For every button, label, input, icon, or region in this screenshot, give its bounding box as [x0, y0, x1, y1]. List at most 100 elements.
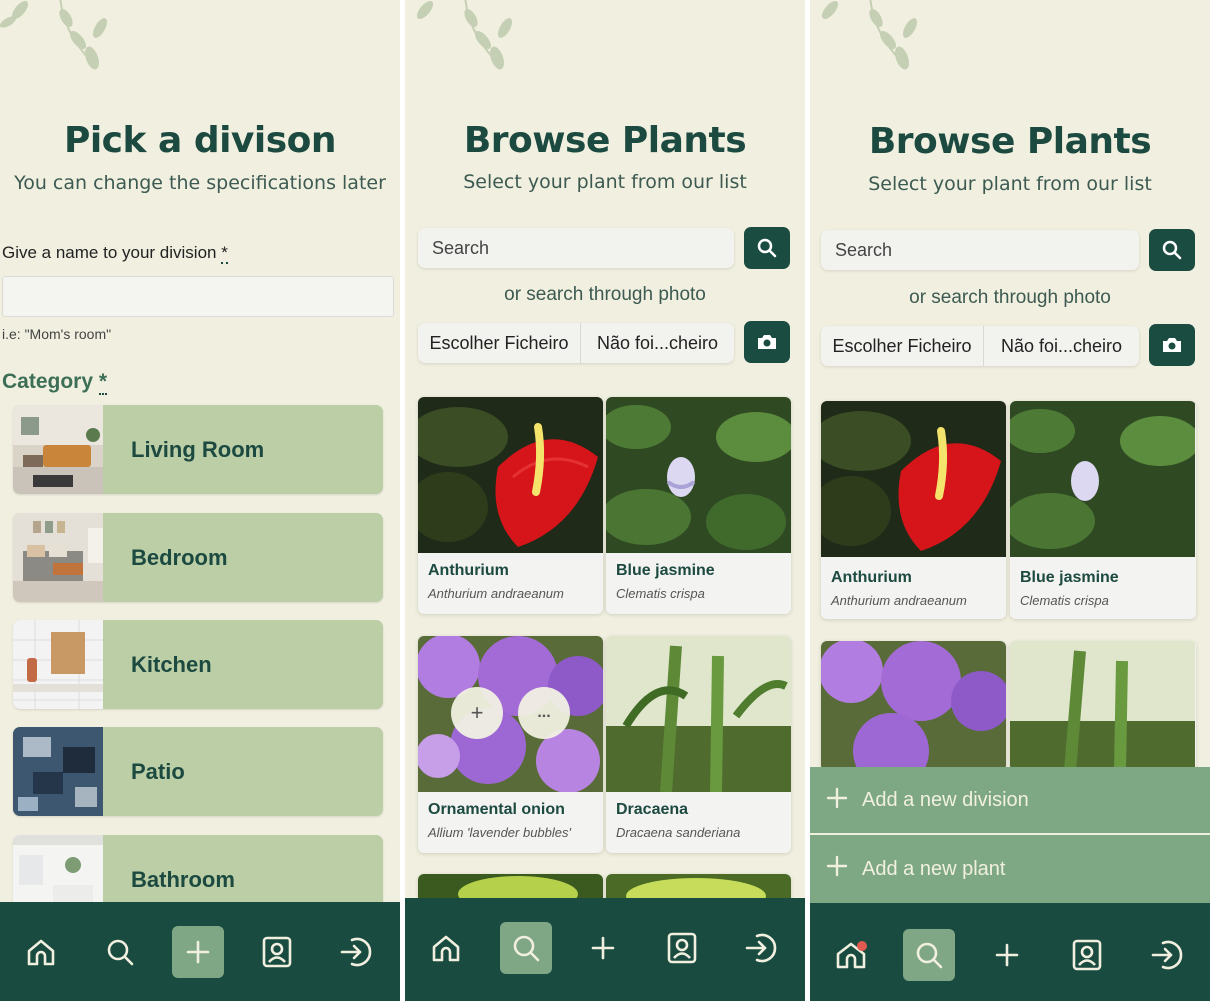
file-picker[interactable]: Escolher Ficheiro Não foi...cheiro — [418, 323, 734, 363]
profile-icon — [667, 932, 697, 964]
add-plant-button[interactable]: + — [451, 687, 503, 739]
required-mark: * — [98, 370, 108, 395]
notification-dot — [857, 941, 867, 951]
plant-name: Anthurium — [428, 562, 509, 579]
leaf-decoration — [0, 0, 107, 70]
leaf-decoration — [821, 0, 917, 70]
plant-card-ornamental-onion[interactable]: + ... Ornamental onion Allium 'lavender … — [418, 636, 603, 853]
plant-card-anthurium[interactable]: Anthurium Anthurium andraeanum — [418, 397, 603, 614]
category-kitchen[interactable]: Kitchen — [13, 620, 383, 709]
plus-icon — [995, 943, 1019, 967]
nav-search[interactable] — [903, 929, 955, 981]
nav-add[interactable] — [577, 922, 629, 974]
patio-photo — [13, 727, 103, 816]
category-label: Category * — [2, 370, 108, 395]
camera-icon — [1163, 338, 1181, 352]
living-room-photo — [13, 405, 103, 494]
plant-scientific-name: Anthurium andraeanum — [831, 593, 967, 608]
division-name-label: Give a name to your division * — [2, 243, 228, 264]
file-status: Não foi...cheiro — [1000, 336, 1123, 356]
nav-logout[interactable] — [330, 926, 382, 978]
plus-icon — [591, 936, 615, 960]
search-icon — [916, 942, 943, 969]
plant-card-anthurium[interactable]: Anthurium Anthurium andraeanum — [821, 401, 1006, 619]
page-title: Browse Plants — [868, 121, 1152, 162]
page-subtitle: You can change the specifications later — [14, 172, 386, 194]
bottom-navigation — [405, 898, 805, 1001]
search-icon — [1162, 240, 1182, 260]
plus-icon — [826, 787, 848, 809]
nav-logout[interactable] — [1141, 929, 1193, 981]
logout-icon — [1151, 940, 1183, 970]
nav-profile[interactable] — [251, 926, 303, 978]
category-bedroom[interactable]: Bedroom — [13, 513, 383, 602]
more-options-button[interactable]: ... — [518, 687, 570, 739]
add-division-menu-item[interactable]: Add a new division — [810, 767, 1210, 833]
anthurium-photo — [821, 401, 1006, 557]
nav-logout[interactable] — [735, 922, 787, 974]
plant-name: Ornamental onion — [428, 801, 565, 818]
profile-icon — [262, 936, 292, 968]
dracaena-photo — [1010, 641, 1195, 771]
plus-icon: + — [470, 700, 484, 725]
browse-plants-menu-screen: Browse Plants Select your plant from our… — [810, 0, 1210, 1001]
required-mark: * — [221, 243, 228, 264]
leaf-decoration — [416, 0, 512, 70]
page-subtitle: Select your plant from our list — [463, 171, 747, 193]
plant-scientific-name: Anthurium andraeanum — [428, 586, 564, 601]
page-subtitle: Select your plant from our list — [868, 173, 1152, 195]
search-icon — [757, 238, 777, 258]
division-name-input[interactable] — [2, 276, 394, 317]
dracaena-photo — [606, 636, 791, 792]
nav-home[interactable] — [15, 926, 67, 978]
plant-card-ornamental-onion[interactable] — [821, 641, 1006, 771]
choose-file-button[interactable]: Escolher Ficheiro — [821, 326, 984, 366]
division-name-label-text: Give a name to your division — [2, 243, 217, 262]
category-patio[interactable]: Patio — [13, 727, 383, 816]
logout-icon — [340, 937, 372, 967]
category-name: Kitchen — [131, 652, 212, 677]
division-name-hint: i.e: "Mom's room" — [2, 326, 112, 342]
search-icon — [513, 935, 540, 962]
plant-card-dracaena[interactable]: Dracaena Dracaena sanderiana — [606, 636, 791, 853]
file-picker[interactable]: Escolher Ficheiro Não foi...cheiro — [821, 326, 1139, 366]
nav-add[interactable] — [981, 929, 1033, 981]
category-living-room[interactable]: Living Room — [13, 405, 383, 494]
category-name: Patio — [131, 759, 185, 784]
plant-card-dracaena[interactable] — [1010, 641, 1196, 771]
plant-scientific-name: Clematis crispa — [616, 586, 705, 601]
plus-icon — [826, 855, 848, 877]
photo-search-text: or search through photo — [504, 284, 706, 305]
plant-name: Anthurium — [831, 569, 912, 586]
nav-profile[interactable] — [1061, 929, 1113, 981]
nav-home[interactable] — [825, 929, 877, 981]
photo-search-text: or search through photo — [909, 287, 1111, 308]
plant-name: Blue jasmine — [1020, 569, 1119, 586]
nav-search[interactable] — [94, 926, 146, 978]
choose-file-button[interactable]: Escolher Ficheiro — [418, 323, 581, 363]
nav-home[interactable] — [420, 922, 472, 974]
blue-jasmine-photo — [606, 397, 791, 553]
plus-icon — [186, 940, 210, 964]
bedroom-photo — [13, 513, 103, 602]
search-input[interactable]: Search — [821, 230, 1139, 270]
add-plant-menu-item[interactable]: Add a new plant — [810, 835, 1210, 903]
camera-button[interactable] — [1149, 324, 1195, 366]
search-button[interactable] — [744, 227, 790, 269]
pick-division-screen: Pick a divison You can change the specif… — [0, 0, 400, 1001]
anthurium-photo — [418, 397, 603, 553]
home-icon — [27, 939, 55, 966]
plant-scientific-name: Allium 'lavender bubbles' — [428, 825, 571, 840]
search-button[interactable] — [1149, 229, 1195, 271]
profile-icon — [1072, 939, 1102, 971]
nav-profile[interactable] — [656, 922, 708, 974]
home-icon — [432, 935, 460, 962]
camera-button[interactable] — [744, 321, 790, 363]
search-input[interactable]: Search — [418, 228, 734, 268]
nav-search[interactable] — [500, 922, 552, 974]
plant-card-blue-jasmine[interactable]: Blue jasmine Clematis crispa — [1010, 401, 1196, 619]
menu-item-label: Add a new plant — [862, 857, 1006, 880]
plant-card-blue-jasmine[interactable]: Blue jasmine Clematis crispa — [606, 397, 791, 614]
nav-add[interactable] — [172, 926, 224, 978]
bottom-navigation — [0, 902, 400, 1001]
